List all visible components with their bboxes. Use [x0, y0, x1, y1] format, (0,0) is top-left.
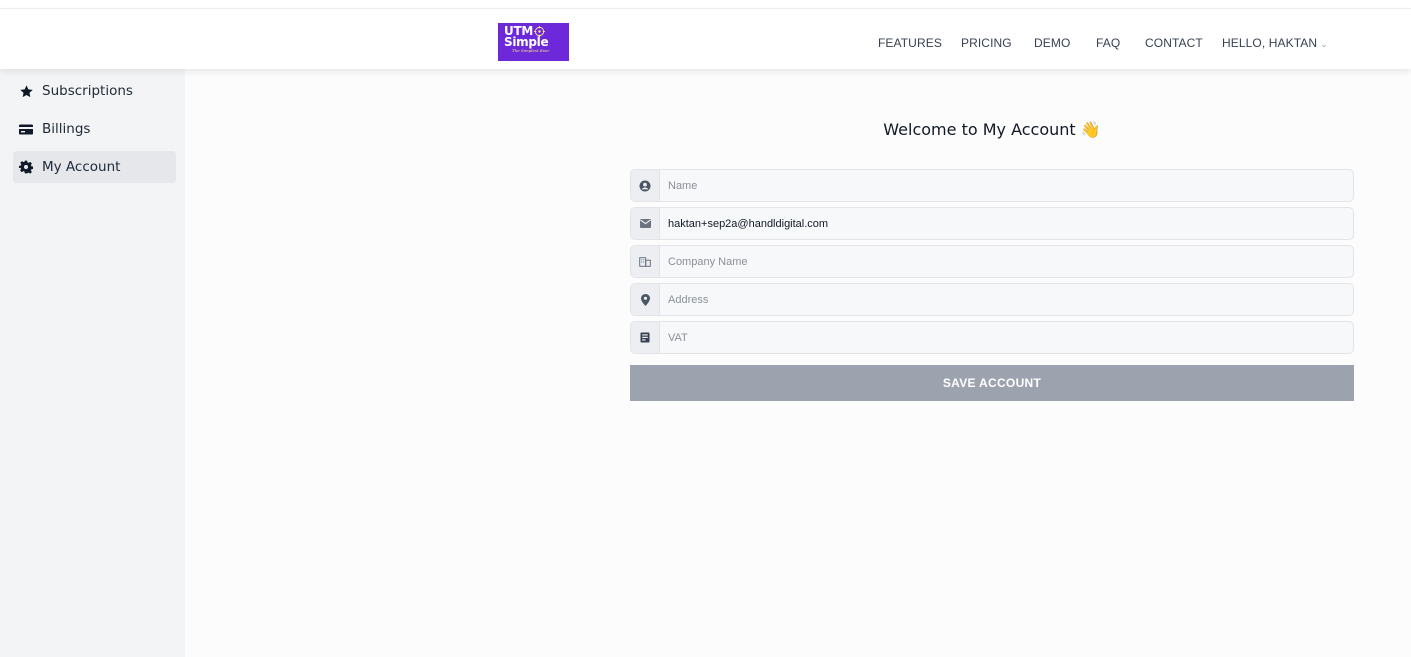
sidebar-item-label: My Account	[42, 159, 121, 175]
envelope-icon	[631, 208, 660, 239]
sidebar-item-billings[interactable]: Billings	[13, 113, 176, 145]
chevron-down-icon: ⌄	[1320, 39, 1328, 49]
save-account-button[interactable]: SAVE ACCOUNT	[630, 365, 1354, 401]
vat-field	[630, 321, 1354, 354]
page-title: Welcome to My Account 👋	[883, 120, 1101, 139]
top-navbar: UTM Simple The Simplest Ever FEATURES PR…	[0, 8, 1411, 69]
star-icon	[18, 83, 34, 99]
email-field	[630, 207, 1354, 240]
sidebar-item-label: Billings	[42, 121, 91, 137]
main-nav: FEATURES PRICING DEMO FAQ CONTACT HELLO,…	[0, 9, 1411, 70]
sidebar: Subscriptions Billings My Account	[0, 69, 185, 657]
nav-contact[interactable]: CONTACT	[1145, 36, 1203, 50]
building-icon	[631, 246, 660, 277]
user-menu-dropdown[interactable]: HELLO, HAKTAN ⌄	[1222, 36, 1328, 50]
email-input[interactable]	[660, 208, 1353, 239]
credit-card-icon	[18, 121, 34, 137]
nav-faq[interactable]: FAQ	[1096, 36, 1120, 50]
address-input[interactable]	[660, 284, 1353, 315]
nav-pricing[interactable]: PRICING	[961, 36, 1012, 50]
sidebar-item-my-account[interactable]: My Account	[13, 151, 176, 183]
gear-icon	[18, 159, 34, 175]
sidebar-item-label: Subscriptions	[42, 83, 133, 99]
name-input[interactable]	[660, 170, 1353, 201]
company-name-input[interactable]	[660, 246, 1353, 277]
nav-demo[interactable]: DEMO	[1034, 36, 1070, 50]
address-field	[630, 283, 1354, 316]
receipt-icon	[631, 322, 660, 353]
user-greeting: HELLO, HAKTAN	[1222, 36, 1318, 50]
name-field	[630, 169, 1354, 202]
top-strip	[0, 0, 1411, 8]
company-field	[630, 245, 1354, 278]
map-pin-icon	[631, 284, 660, 315]
user-circle-icon	[631, 170, 660, 201]
nav-features[interactable]: FEATURES	[878, 36, 942, 50]
vat-input[interactable]	[660, 322, 1353, 353]
sidebar-item-subscriptions[interactable]: Subscriptions	[13, 75, 176, 107]
